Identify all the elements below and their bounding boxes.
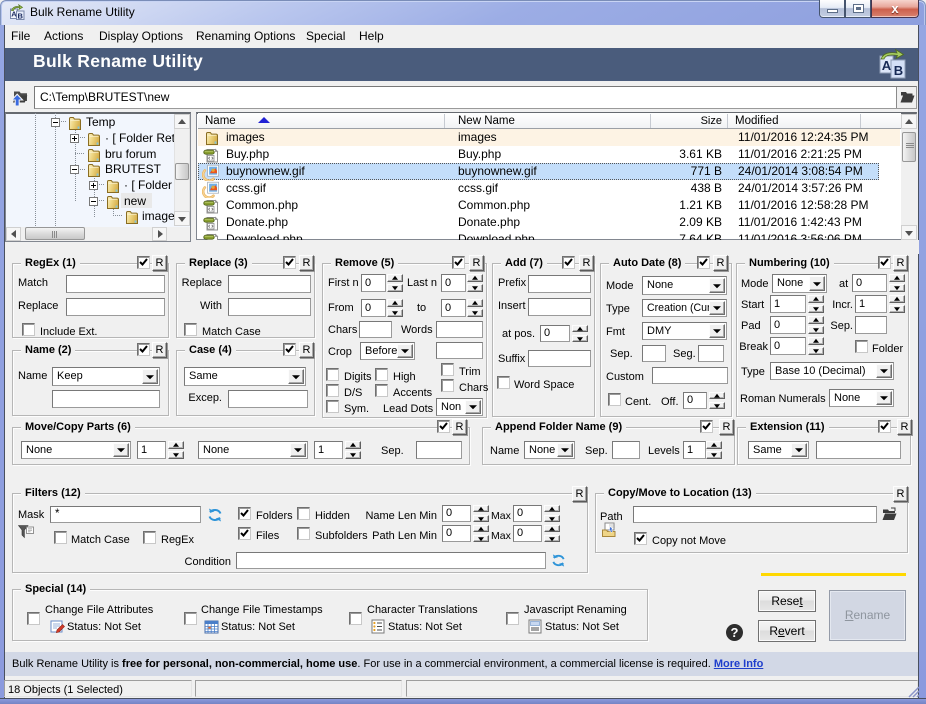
svg-text:A: A	[11, 10, 17, 19]
svg-text:B: B	[894, 63, 903, 78]
svg-text:A: A	[882, 58, 892, 73]
svg-text:B: B	[17, 12, 23, 21]
